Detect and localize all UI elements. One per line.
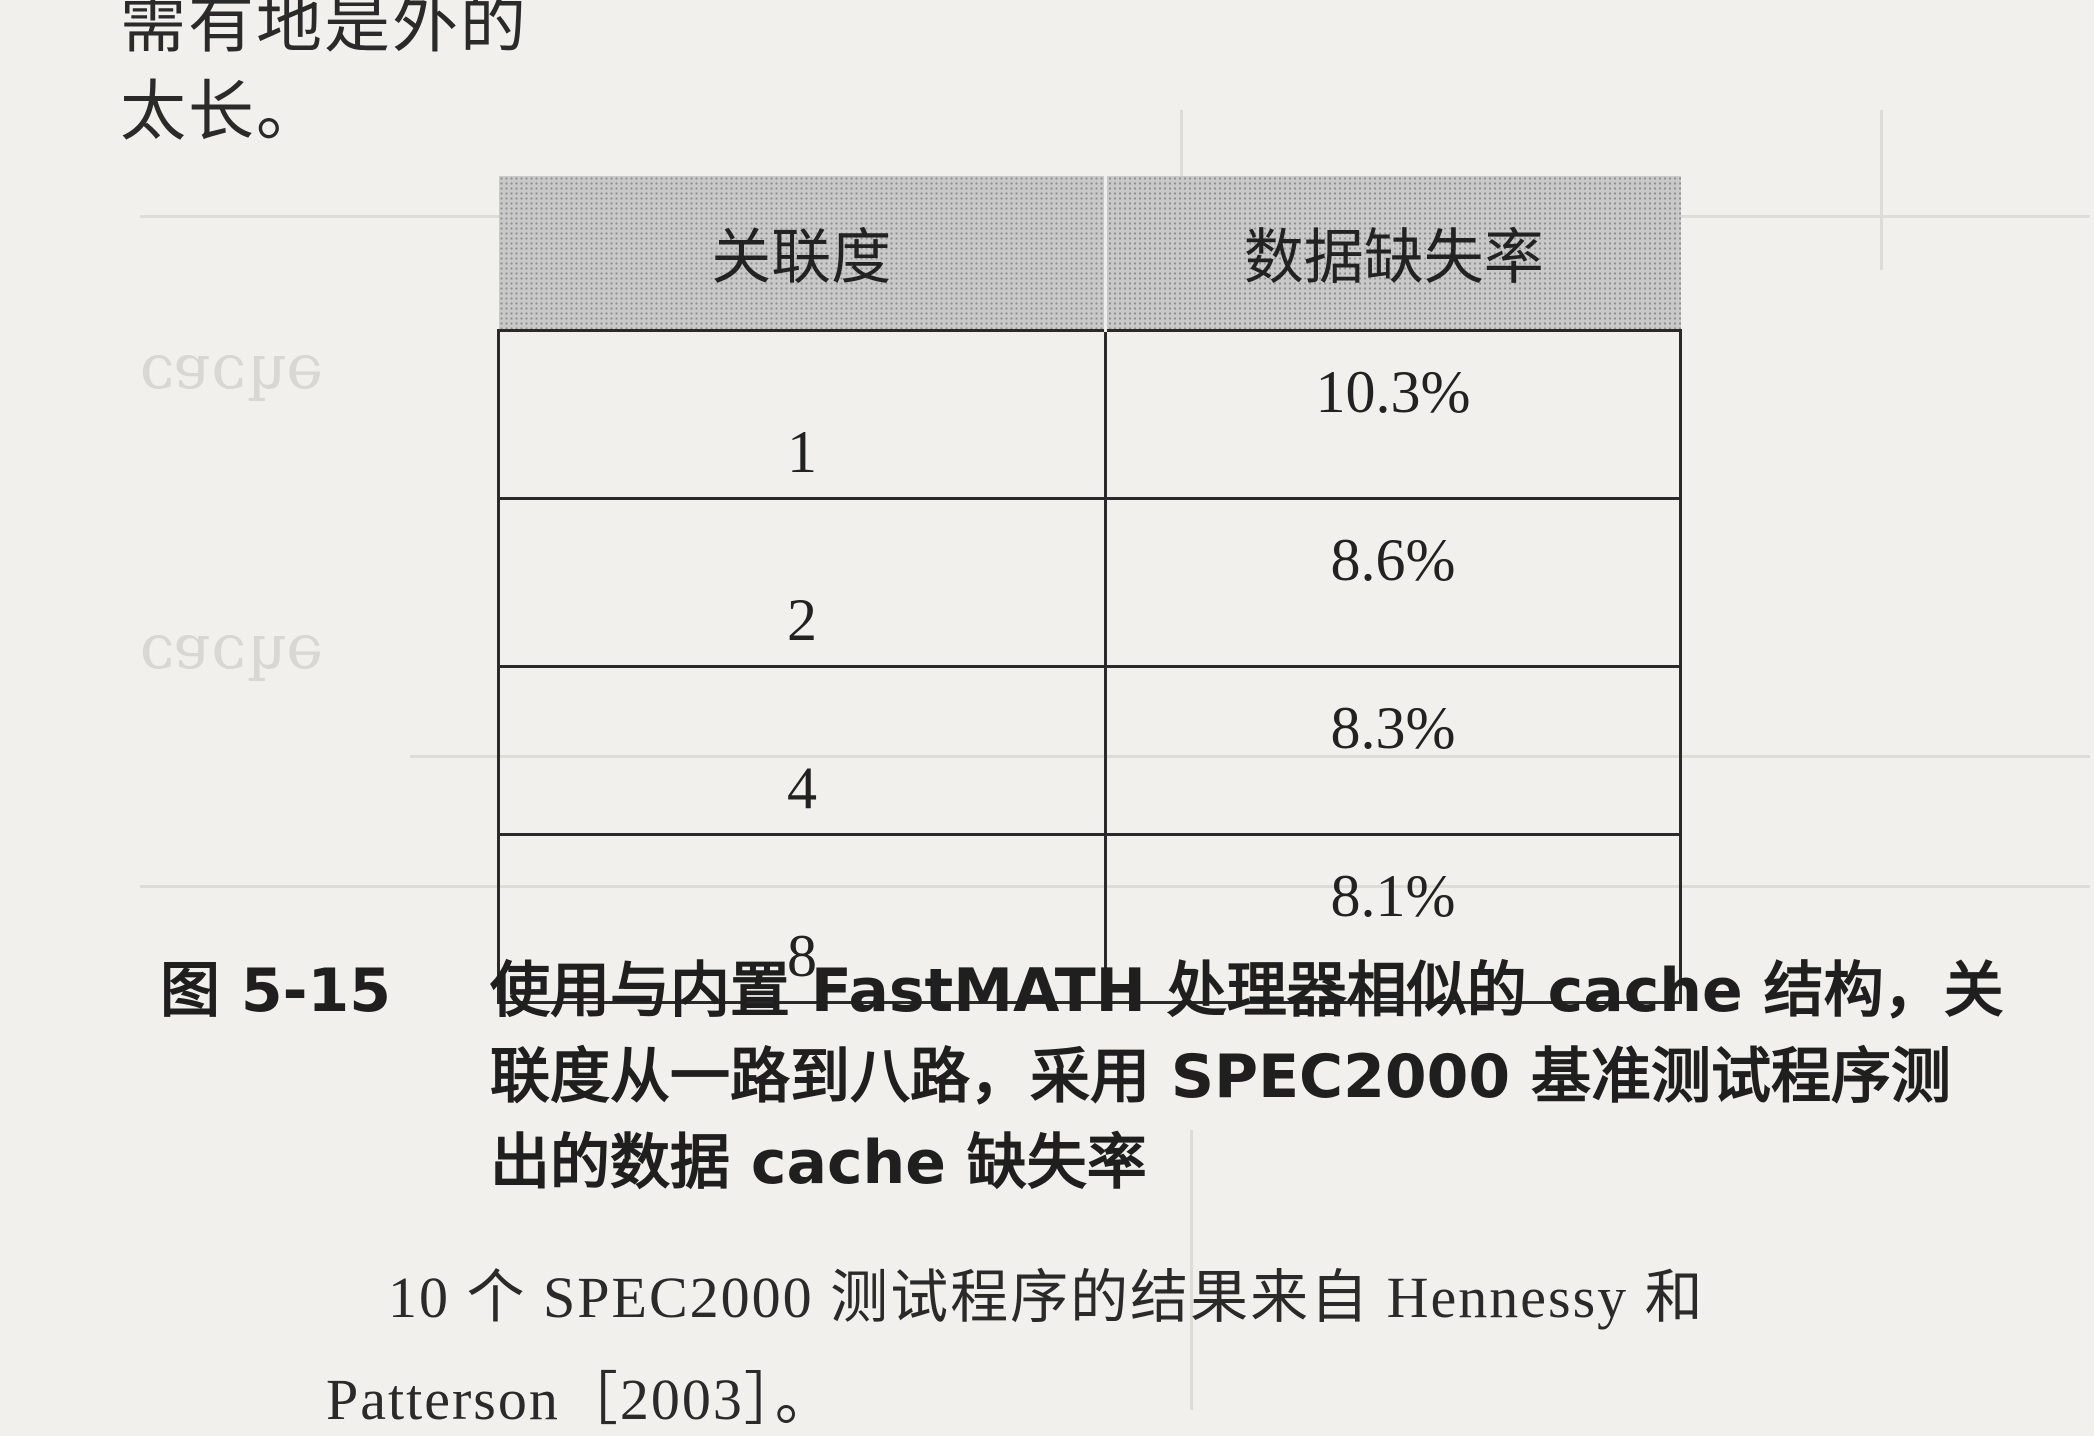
bleed-through-text: ǝɥɔɐɔ [140,610,324,683]
miss-rate-cell: 8.6% [1104,497,1682,668]
associativity-cell: 4 [497,665,1107,836]
previous-paragraph-partial-line: 需有地是外的 [120,0,528,62]
table-row: 2 8.6% [497,497,1682,668]
table-row: 4 8.3% [497,665,1682,836]
figure-number: 图 5-15 [160,956,392,1026]
associativity-cell: 1 [497,329,1107,500]
miss-rate-table: 关联度 数据缺失率 1 10.3% 2 8.6% 4 8.3% 8 8.1% [497,176,1682,1004]
bleed-through-rule [1880,110,1883,270]
table-row: 1 10.3% [497,329,1682,500]
source-note-line-2: Patterson［2003］。 [326,1367,835,1432]
bleed-through-text: ǝɥɔɐɔ [140,330,324,403]
source-note-line-1: 10 个 SPEC2000 测试程序的结果来自 Hennessy 和 [388,1265,1705,1330]
associativity-cell: 2 [497,497,1107,668]
figure-caption-text: 使用与内置 FastMATH 处理器相似的 cache 结构，关联度从一路到八路… [490,956,2004,1198]
table-header-row: 关联度 数据缺失率 [498,176,1681,331]
header-associativity: 关联度 [498,176,1107,331]
miss-rate-cell: 8.3% [1104,665,1682,836]
header-miss-rate: 数据缺失率 [1105,176,1681,331]
miss-rate-cell: 10.3% [1104,329,1682,500]
previous-paragraph-ending: 太长。 [120,73,324,150]
